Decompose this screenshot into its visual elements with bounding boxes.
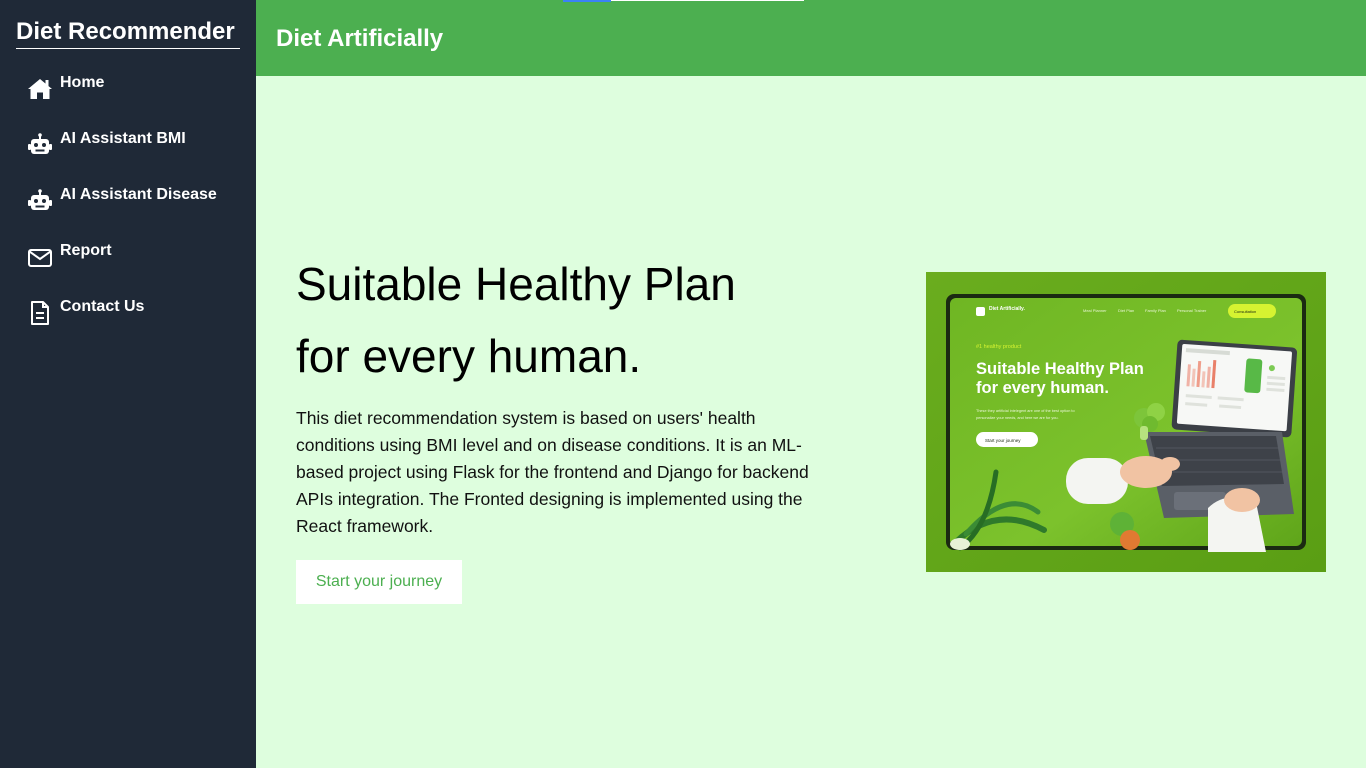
start-journey-button[interactable]: Start your journey (296, 560, 462, 604)
robot-icon (26, 132, 54, 158)
sidebar-item-label: Contact Us (60, 298, 145, 315)
hero-description: This diet recommendation system is based… (296, 408, 809, 536)
preview-start-button: Start your journey (985, 438, 1021, 443)
preview-body-line-2: personalize your needs, and here we are … (976, 416, 1059, 420)
sidebar-item-report[interactable]: Report (26, 242, 246, 272)
hero-title: Suitable Healthy Plan for every human. (296, 248, 856, 392)
sidebar-item-label: Report (60, 242, 112, 259)
hero-title-line-1: Suitable Healthy Plan (296, 258, 736, 310)
sidebar-item-label: AI Assistant BMI (60, 130, 186, 147)
sidebar-title: Diet Recommender (16, 18, 240, 49)
sidebar-item-label: Home (60, 74, 105, 91)
top-strip (611, 0, 804, 1)
preview-title-line-1: Suitable Healthy Plan (976, 360, 1144, 378)
sidebar-item-ai-assistant-disease[interactable]: AI Assistant Disease (26, 186, 246, 216)
hero-title-line-2: for every human. (296, 330, 642, 382)
sidebar-item-contact-us[interactable]: Contact Us (26, 298, 246, 328)
preview-brand: Diet Artificially. (989, 306, 1025, 312)
preview-nav-item: Diet Plan (1118, 308, 1134, 313)
preview-nav-item: Family Plan (1145, 308, 1166, 313)
sidebar-item-label: AI Assistant Disease (60, 186, 217, 203)
sidebar-item-home[interactable]: Home (26, 74, 246, 104)
sidebar-item-ai-assistant-bmi[interactable]: AI Assistant BMI (26, 130, 246, 160)
header-bar: Diet Artificially (256, 0, 1366, 76)
preview-consultation-button: Consultation (1234, 309, 1256, 314)
preview-body-line-1: These they artificial intelegent are one… (976, 409, 1075, 413)
preview-tag: #1 healthy product (976, 344, 1022, 350)
sidebar: Diet Recommender Home AI Assistant BMI A… (0, 0, 256, 768)
top-progress-strip (563, 0, 611, 2)
header-title: Diet Artificially (276, 25, 444, 52)
envelope-icon (26, 244, 54, 270)
preview-nav-item: Personal Trainer (1177, 308, 1207, 313)
robot-icon (26, 188, 54, 214)
document-icon (26, 300, 54, 326)
preview-nav-item: Meal Planner (1083, 308, 1107, 313)
home-icon (26, 76, 54, 102)
preview-title-line-2: for every human. (976, 379, 1109, 397)
hero-image: Diet Artificially. Meal Planner Diet Pla… (926, 272, 1326, 572)
